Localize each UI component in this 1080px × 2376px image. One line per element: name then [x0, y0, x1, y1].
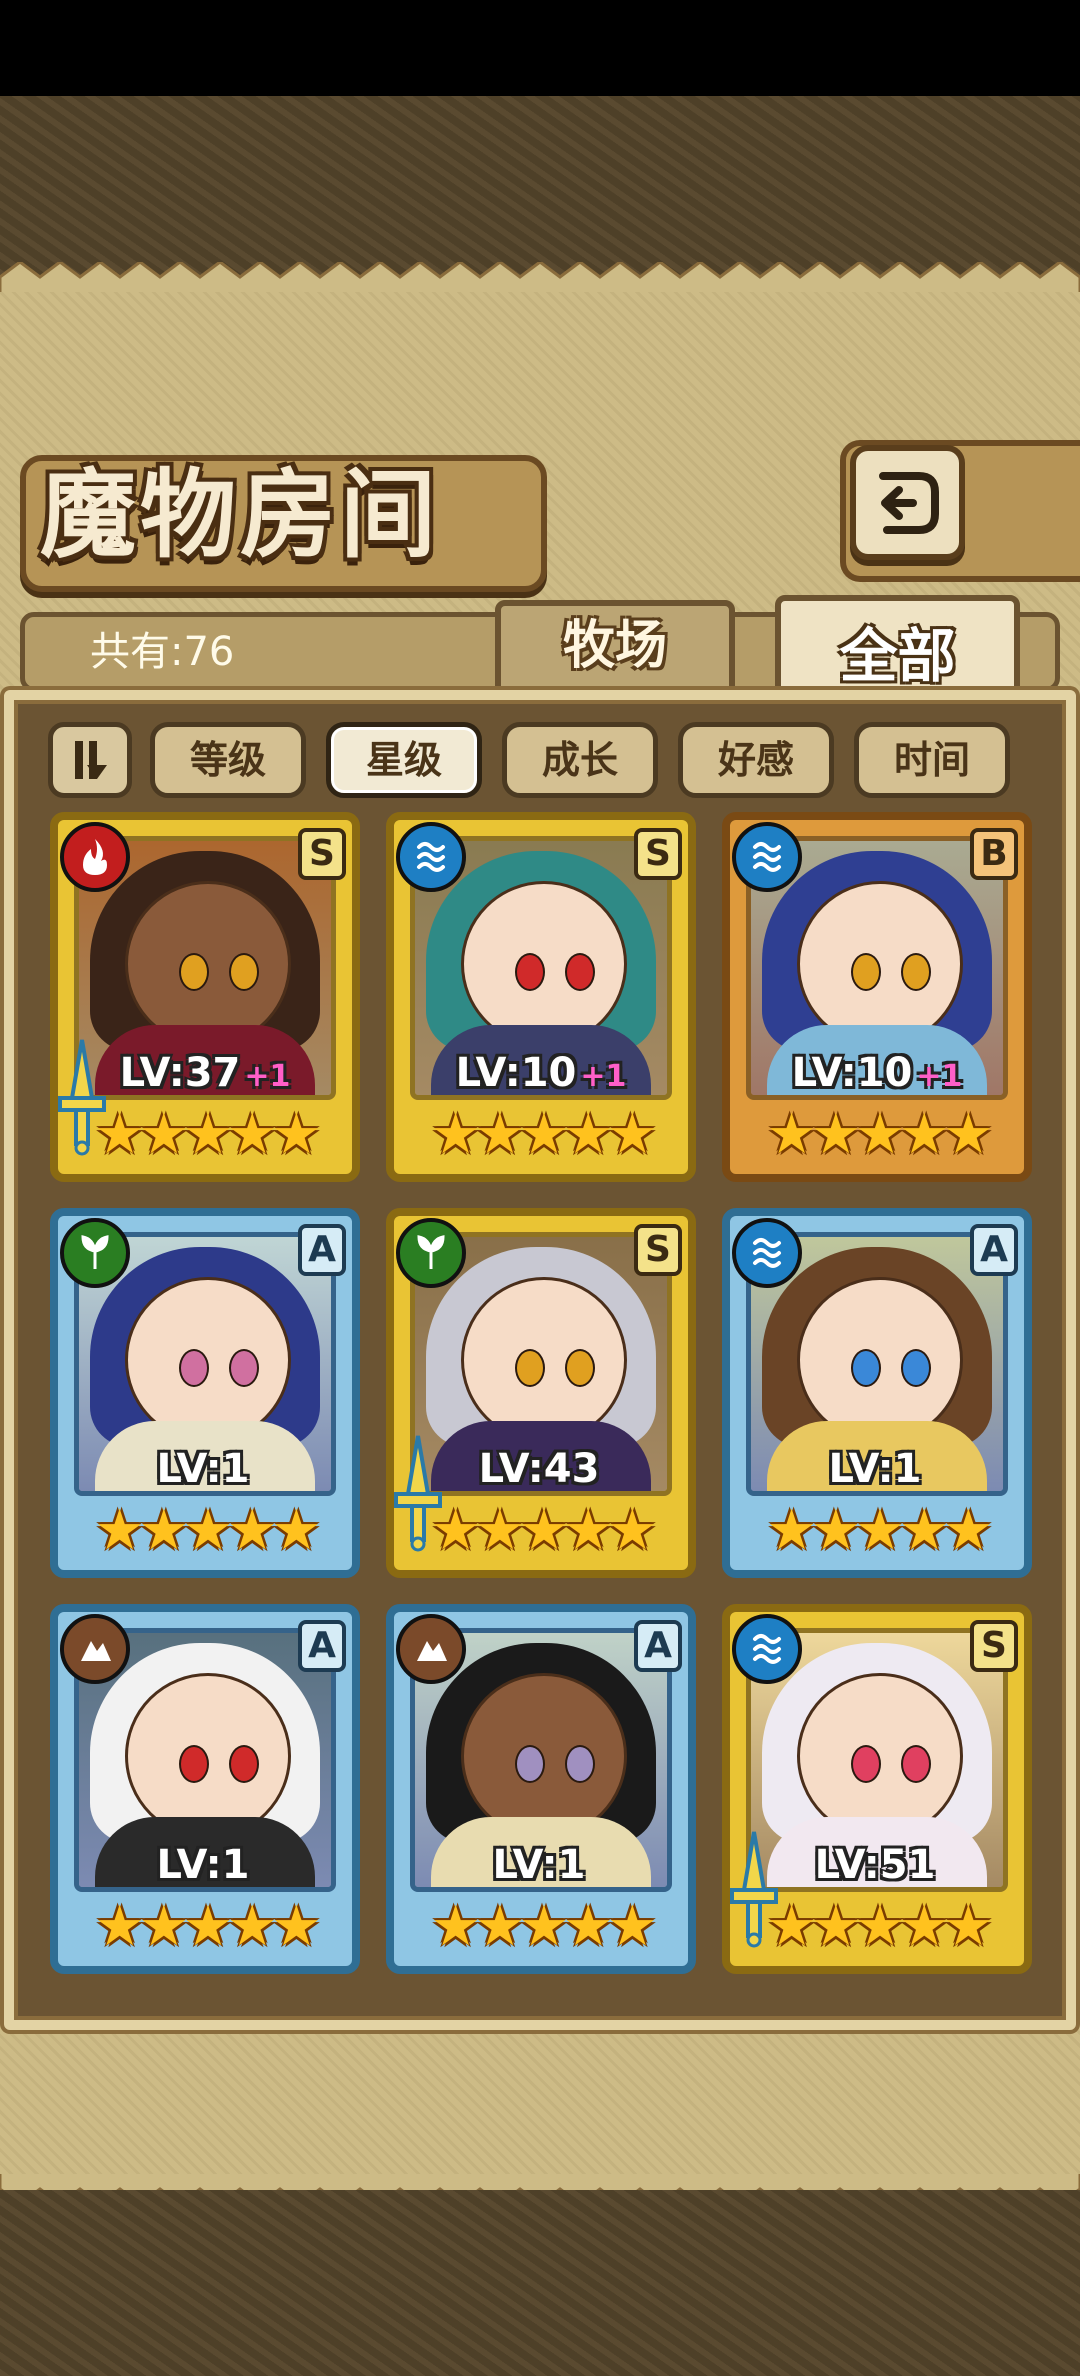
star-rating: ★★★★★ [766, 1498, 993, 1563]
sort-time-button[interactable]: 时间 [854, 722, 1010, 798]
level-text: LV:43 [478, 1446, 600, 1492]
grass-element-icon [396, 1218, 466, 1288]
level-text: LV:37 [119, 1050, 241, 1096]
monster-card[interactable]: S LV:43 ★★★★★ [386, 1208, 696, 1578]
sort-level-button[interactable]: 等级 [150, 722, 306, 798]
page-title: 魔物房间 [40, 458, 440, 571]
level-label: LV:1 [394, 1842, 688, 1888]
monster-card[interactable]: S LV:37 +1 ★★★★★ [50, 812, 360, 1182]
rank-badge: S [634, 1224, 682, 1276]
grass-element-icon [60, 1218, 130, 1288]
sort-growth-button[interactable]: 成长 [502, 722, 658, 798]
level-text: LV:1 [156, 1446, 250, 1492]
level-text: LV:10 [455, 1050, 577, 1096]
sort-affection-button[interactable]: 好感 [678, 722, 834, 798]
sword-icon [394, 1435, 442, 1552]
level-label: LV:10 +1 [730, 1050, 1024, 1096]
level-text: LV:51 [814, 1842, 936, 1888]
tab-farm[interactable]: 牧场 [495, 600, 735, 692]
level-label: LV:1 [730, 1446, 1024, 1492]
level-text: LV:1 [156, 1842, 250, 1888]
return-icon [878, 471, 939, 534]
rank-badge: A [298, 1224, 346, 1276]
star-rating: ★★★★★ [766, 1102, 993, 1167]
rank-badge: A [634, 1620, 682, 1672]
sort-star-button[interactable]: 星级 [326, 722, 482, 798]
monster-card[interactable]: A LV:1 ★★★★★ [722, 1208, 1032, 1578]
water-element-icon [396, 822, 466, 892]
star-rating: ★★★★★ [94, 1894, 321, 1959]
status-bar [0, 0, 1080, 96]
fire-element-icon [60, 822, 130, 892]
map-background-bottom [0, 2190, 1080, 2376]
rank-badge: S [634, 828, 682, 880]
level-label: LV:1 [58, 1446, 352, 1492]
rank-badge: S [298, 828, 346, 880]
monster-card[interactable]: A LV:1 ★★★★★ [50, 1208, 360, 1578]
sort-order-icon [75, 741, 107, 779]
back-button[interactable] [850, 445, 965, 560]
rank-badge: S [970, 1620, 1018, 1672]
rank-badge: B [970, 828, 1018, 880]
earth-element-icon [60, 1614, 130, 1684]
earth-element-icon [396, 1614, 466, 1684]
monster-card[interactable]: A LV:1 ★★★★★ [386, 1604, 696, 1974]
level-bonus: +1 [244, 1059, 291, 1094]
monster-card[interactable]: A LV:1 ★★★★★ [50, 1604, 360, 1974]
monster-card[interactable]: S LV:51 ★★★★★ [722, 1604, 1032, 1974]
rank-badge: A [298, 1620, 346, 1672]
map-background-top [0, 96, 1080, 276]
star-rating: ★★★★★ [94, 1498, 321, 1563]
star-rating: ★★★★★ [430, 1894, 657, 1959]
level-bonus: +1 [916, 1059, 963, 1094]
level-text: LV:10 [791, 1050, 913, 1096]
water-element-icon [732, 822, 802, 892]
monster-card[interactable]: B LV:10 +1 ★★★★★ [722, 812, 1032, 1182]
sword-icon [730, 1831, 778, 1948]
monster-card[interactable]: S LV:10 +1 ★★★★★ [386, 812, 696, 1182]
monster-count: 共有:76 [90, 629, 235, 675]
water-element-icon [732, 1614, 802, 1684]
water-element-icon [732, 1218, 802, 1288]
level-text: LV:1 [492, 1842, 586, 1888]
rank-badge: A [970, 1224, 1018, 1276]
level-text: LV:1 [828, 1446, 922, 1492]
level-bonus: +1 [580, 1059, 627, 1094]
sword-icon [58, 1039, 106, 1156]
level-label: LV:10 +1 [394, 1050, 688, 1096]
star-rating: ★★★★★ [430, 1102, 657, 1167]
sort-order-toggle[interactable] [48, 722, 132, 798]
level-label: LV:1 [58, 1842, 352, 1888]
